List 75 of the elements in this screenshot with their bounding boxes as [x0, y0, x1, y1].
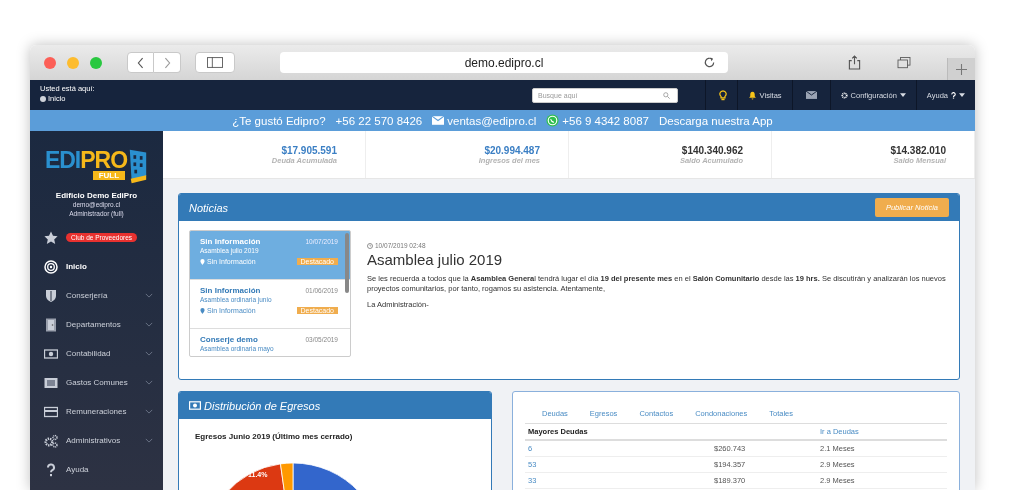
question-icon	[44, 462, 58, 477]
sidebar-item[interactable]: Departamentos	[30, 310, 163, 339]
gears-icon	[44, 433, 58, 448]
map-pin-icon	[200, 258, 205, 265]
sidebar-item[interactable]: Gastos Comunes	[30, 368, 163, 397]
chevron-down-icon	[145, 380, 153, 385]
sidebar-item[interactable]: Inicio	[30, 252, 163, 281]
reload-icon[interactable]	[703, 56, 716, 69]
plus-icon	[956, 63, 967, 75]
sidebar-item[interactable]: Ayuda	[30, 455, 163, 484]
caret-icon	[959, 93, 965, 97]
envelope-icon	[805, 91, 817, 99]
credit-card-icon	[44, 404, 58, 419]
chat-phone-icon	[546, 114, 560, 127]
chevron-down-icon	[145, 438, 153, 443]
banknote-icon	[189, 401, 201, 410]
url-text: demo.edipro.cl	[464, 55, 544, 70]
share-icon[interactable]	[848, 55, 861, 70]
building-name: Edificio Demo EdiPro	[54, 191, 139, 200]
target-icon	[44, 259, 58, 274]
shield-icon	[44, 288, 58, 303]
help-icon	[951, 91, 956, 99]
chevron-right-icon	[163, 56, 171, 69]
email-link[interactable]: ventas@edipro.cl	[447, 114, 537, 127]
close-window-button[interactable]	[44, 56, 56, 69]
envelope-icon	[432, 116, 445, 125]
scrollbar[interactable]	[345, 233, 349, 293]
building-icon	[128, 148, 149, 186]
search-icon	[663, 92, 671, 99]
whatsapp-number[interactable]: +56 9 4342 8087	[562, 114, 649, 127]
tabs-icon[interactable]	[897, 56, 911, 69]
clock-icon	[367, 242, 373, 249]
chevron-down-icon	[145, 322, 153, 327]
logo-text: EDI	[44, 148, 81, 172]
news-title: Conserje demo	[200, 335, 258, 344]
banner-text: Descarga nuestra App	[658, 114, 773, 127]
banner-text: ¿Te gustó Edipro?	[232, 114, 326, 127]
panel-title: Distribución de Egresos	[204, 399, 321, 412]
star-icon	[44, 230, 58, 245]
stat-value: $14.382.010	[890, 144, 946, 156]
panel-title: Noticias	[189, 201, 229, 214]
stat-value: $140.340.962	[681, 144, 743, 156]
chevron-down-icon	[145, 409, 153, 414]
bell-icon	[747, 90, 757, 100]
caret-icon	[899, 93, 906, 97]
banner-text: +56 22 570 8426	[335, 114, 423, 127]
new-tab-button[interactable]	[947, 58, 975, 80]
chart-title: Egresos Junio 2019 (Último mes cerrado)	[195, 432, 354, 441]
forward-button[interactable]	[154, 52, 181, 73]
chevron-down-icon	[145, 293, 153, 298]
news-title: Sin Información	[200, 286, 261, 295]
door-icon	[44, 317, 58, 332]
plan-badge: FULL	[92, 171, 126, 180]
card-list-icon	[44, 375, 58, 390]
sidebar-toggle-button[interactable]	[195, 52, 235, 73]
stat-value: $17.905.591	[281, 144, 337, 156]
news-title: Sin Información	[200, 237, 261, 246]
logo-text: PRO	[80, 148, 128, 172]
sidebar-icon	[207, 57, 223, 68]
sidebar-item[interactable]: Conserjería	[30, 281, 163, 310]
lightbulb-icon	[718, 89, 727, 101]
back-button[interactable]	[127, 52, 154, 73]
sidebar-item[interactable]: Administrativos	[30, 426, 163, 455]
globe-icon	[40, 96, 46, 102]
settings-icon	[840, 91, 848, 99]
map-pin-icon	[200, 307, 205, 314]
stat-value: $20.994.487	[484, 144, 540, 156]
address-bar[interactable]: demo.edipro.cl	[280, 52, 728, 73]
chevron-down-icon	[145, 351, 153, 356]
sidebar-item[interactable]: Remuneraciones	[30, 397, 163, 426]
news-heading: Asamblea julio 2019	[367, 251, 504, 268]
banknote-icon	[44, 346, 58, 361]
maximize-window-button[interactable]	[90, 56, 102, 69]
sidebar-item[interactable]: Contabilidad	[30, 339, 163, 368]
chevron-left-icon	[137, 56, 144, 69]
